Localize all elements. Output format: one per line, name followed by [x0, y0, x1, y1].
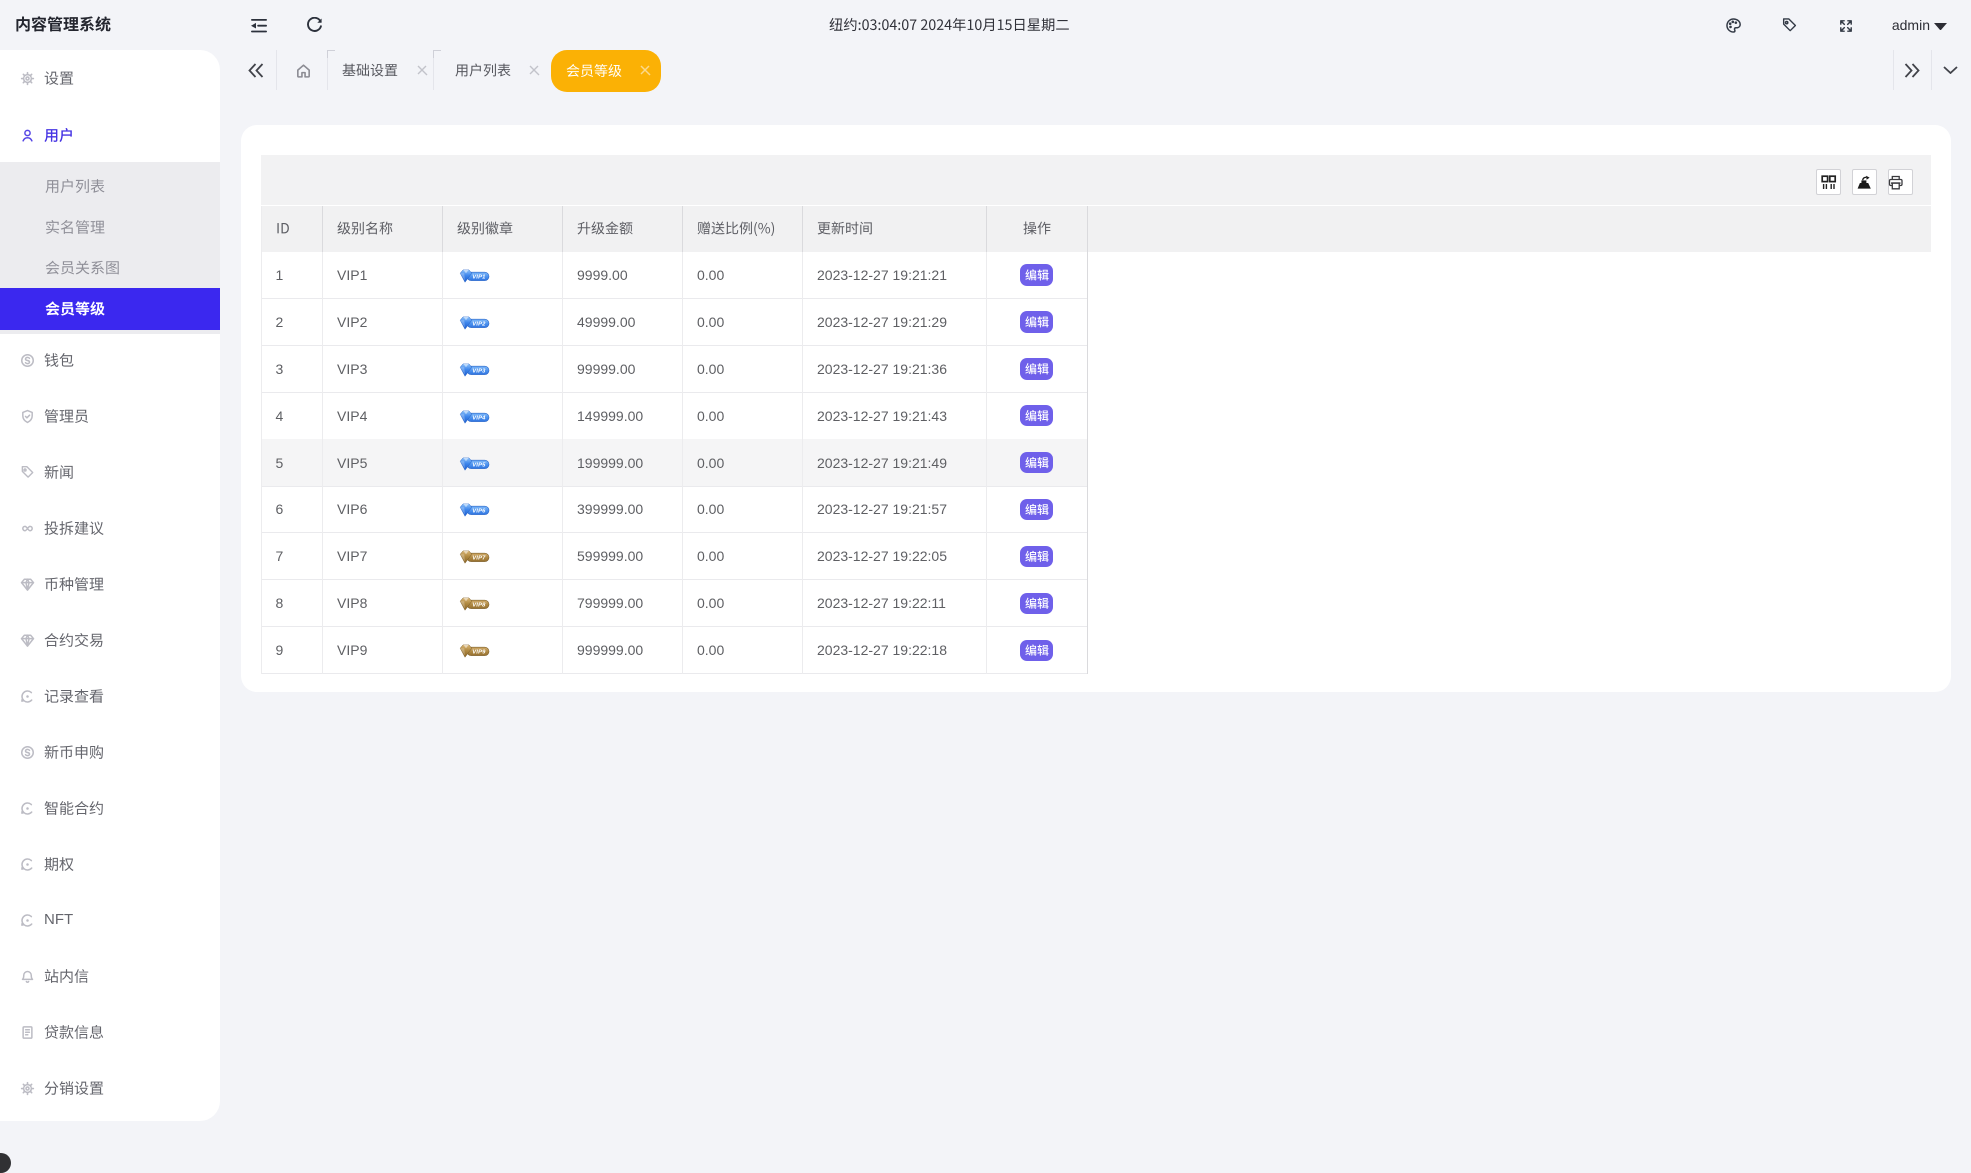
svg-text:VIP9: VIP9: [472, 650, 486, 656]
svg-text:VIP7: VIP7: [472, 556, 486, 562]
svg-text:VIP5: VIP5: [472, 462, 486, 468]
svg-text:VIP8: VIP8: [472, 603, 486, 609]
svg-text:VIP4: VIP4: [472, 415, 486, 421]
svg-text:VIP2: VIP2: [472, 321, 486, 327]
svg-text:VIP6: VIP6: [472, 509, 486, 515]
svg-text:VIP3: VIP3: [472, 368, 486, 374]
svg-text:VIP1: VIP1: [472, 274, 485, 280]
